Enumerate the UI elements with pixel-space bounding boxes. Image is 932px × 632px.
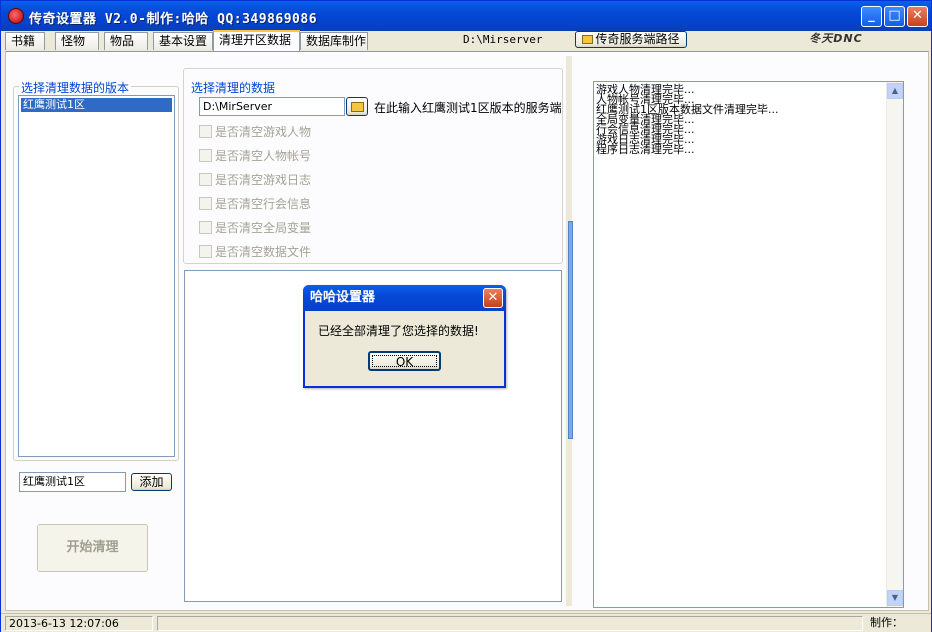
log-line: 程序日志清理完毕...	[596, 143, 695, 156]
dialog-message: 已经全部清理了您选择的数据!	[318, 324, 479, 338]
server-path-button-label: 传奇服务端路径	[595, 32, 680, 46]
version-list[interactable]: 红鹰测试1区	[18, 95, 175, 457]
maximize-button[interactable]: □	[884, 6, 905, 27]
checkbox[interactable]	[199, 221, 212, 234]
option-label: 是否清空数据文件	[215, 245, 312, 259]
server-dir-input[interactable]: D:\MirServer	[199, 97, 345, 116]
scroll-down-icon[interactable]: ▼	[887, 590, 903, 606]
message-dialog: 哈哈设置器 ✕ 已经全部清理了您选择的数据! OK	[303, 285, 506, 388]
tab-clean-data[interactable]: 清理开区数据	[213, 30, 300, 51]
browse-button[interactable]	[346, 97, 368, 116]
version-name-input[interactable]: 红鹰测试1区	[19, 472, 126, 492]
folder-icon	[350, 102, 364, 112]
tab-basic-settings[interactable]: 基本设置	[153, 32, 213, 50]
path-hint: 在此输入红鹰测试1区版本的服务端	[374, 101, 561, 115]
status-bar: 2013-6-13 12:07:06 制作：	[1, 613, 931, 632]
server-path-button[interactable]: 传奇服务端路径	[575, 31, 687, 48]
tab-books[interactable]: 书籍	[5, 32, 45, 50]
minimize-button[interactable]: _	[861, 6, 882, 27]
version-group-label: 选择清理数据的版本	[19, 79, 132, 96]
title-bar[interactable]: 传奇设置器 V2.0-制作:哈哈 QQ:349869086 _ □ ✕	[1, 1, 931, 31]
scroll-up-icon[interactable]: ▲	[887, 83, 903, 99]
tab-items[interactable]: 物品	[104, 32, 148, 50]
option-label: 是否清空行会信息	[215, 197, 312, 211]
checkbox[interactable]	[199, 245, 212, 258]
folder-icon	[582, 35, 594, 44]
log-memo[interactable]: 游戏人物清理完毕... 人物帐号清理完毕... 红鹰测试1区版本数据文件清理完毕…	[593, 81, 904, 608]
dialog-close-button[interactable]: ✕	[483, 288, 503, 308]
checkbox[interactable]	[199, 149, 212, 162]
status-author: 制作：	[870, 616, 903, 629]
tab-database[interactable]: 数据库制作	[300, 32, 368, 50]
close-button[interactable]: ✕	[907, 6, 928, 27]
option-label: 是否清空游戏人物	[215, 125, 312, 139]
splitter-grip[interactable]	[568, 221, 573, 439]
options-group-label: 选择清理的数据	[189, 79, 278, 96]
option-clear-globals[interactable]: 是否清空全局变量	[199, 219, 312, 235]
option-clear-accounts[interactable]: 是否清空人物帐号	[199, 147, 312, 163]
app-icon	[8, 8, 24, 24]
option-clear-data-files[interactable]: 是否清空数据文件	[199, 243, 312, 259]
logo: 冬天DNC	[809, 32, 863, 45]
dialog-title-bar[interactable]: 哈哈设置器 ✕	[303, 285, 506, 311]
option-label: 是否清空全局变量	[215, 221, 312, 235]
ok-button[interactable]: OK	[368, 351, 441, 371]
tab-monsters[interactable]: 怪物	[55, 32, 99, 50]
option-label: 是否清空人物帐号	[215, 149, 312, 163]
checkbox[interactable]	[199, 173, 212, 186]
main-window: 传奇设置器 V2.0-制作:哈哈 QQ:349869086 _ □ ✕ 书籍 怪…	[0, 0, 932, 632]
dialog-title: 哈哈设置器	[310, 290, 376, 305]
server-path-label: D:\Mirserver	[463, 33, 543, 46]
option-clear-guilds[interactable]: 是否清空行会信息	[199, 195, 312, 211]
list-item[interactable]: 红鹰测试1区	[21, 98, 172, 112]
checkbox[interactable]	[199, 125, 212, 138]
log-scrollbar[interactable]: ▲ ▼	[886, 82, 903, 607]
status-spacer	[157, 616, 863, 631]
checkbox[interactable]	[199, 197, 212, 210]
start-clean-button[interactable]: 开始清理	[37, 524, 148, 572]
option-clear-game-logs[interactable]: 是否清空游戏日志	[199, 171, 312, 187]
status-datetime: 2013-6-13 12:07:06	[5, 616, 153, 631]
window-title: 传奇设置器 V2.0-制作:哈哈 QQ:349869086	[29, 12, 318, 27]
add-button[interactable]: 添加	[131, 473, 172, 491]
option-clear-characters[interactable]: 是否清空游戏人物	[199, 123, 312, 139]
option-label: 是否清空游戏日志	[215, 173, 312, 187]
